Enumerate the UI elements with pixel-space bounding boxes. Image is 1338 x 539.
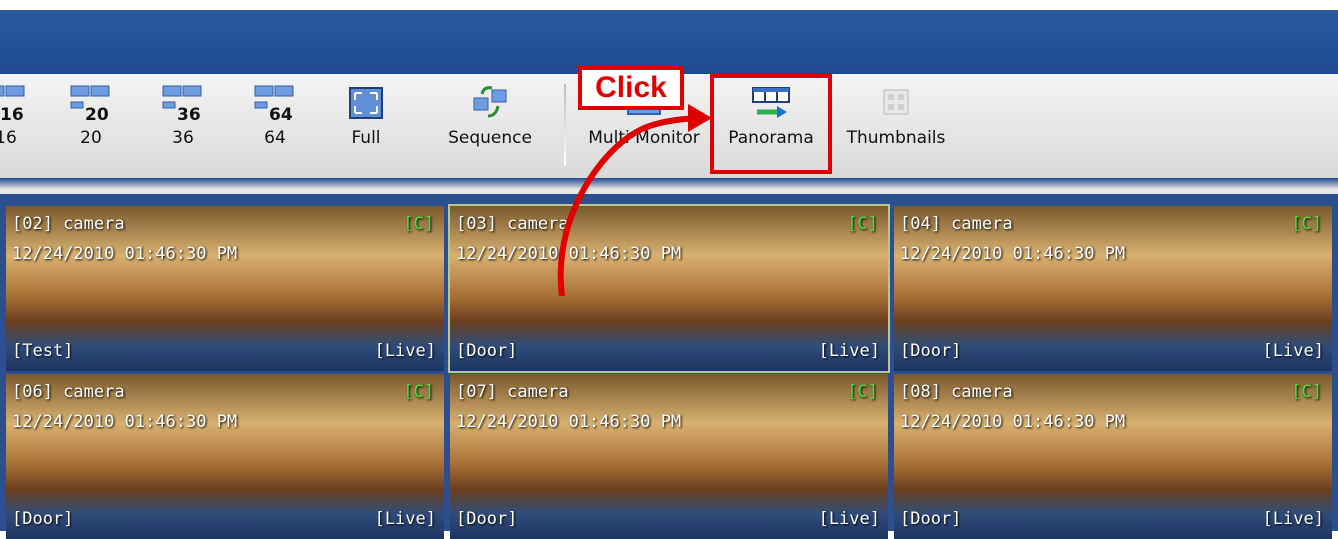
click-callout: Click: [578, 66, 684, 110]
